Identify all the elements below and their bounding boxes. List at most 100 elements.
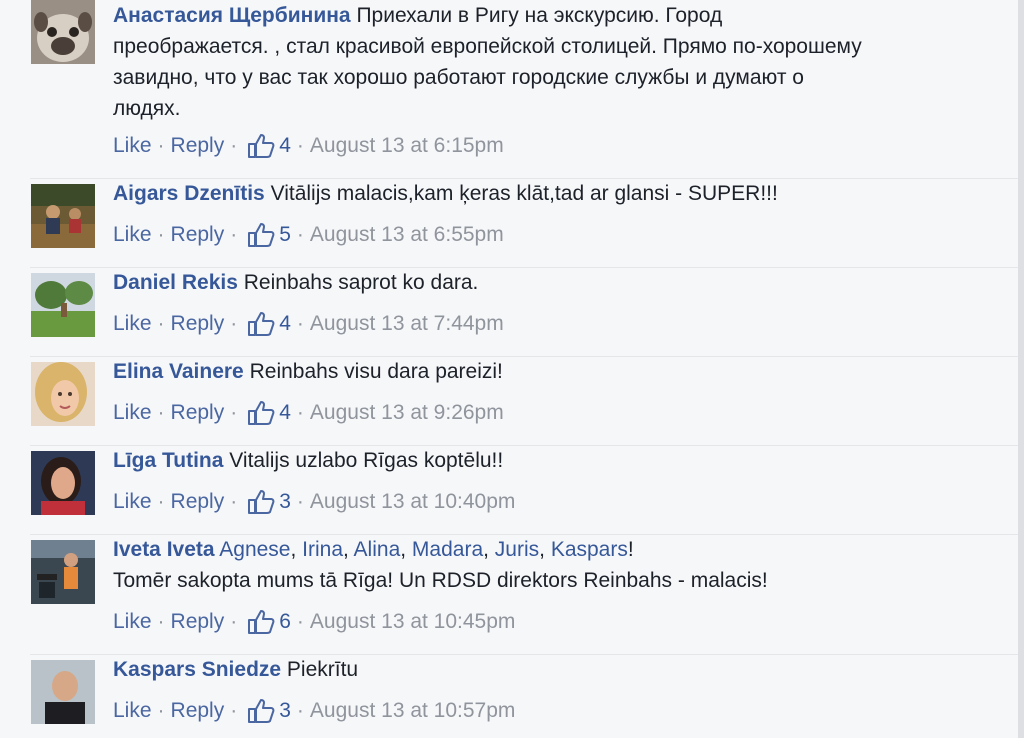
comment-text: Aigars Dzenītis Vitālijs malacis,kam ķer…	[113, 178, 978, 209]
comment: Анастасия Щербинина Приехали в Ригу на э…	[0, 0, 1018, 178]
separator: ·	[230, 401, 238, 424]
mention-link[interactable]: Alina	[354, 538, 401, 561]
mention-link[interactable]: Juris	[495, 538, 539, 561]
comment-actions: Like · Reply · 5 · August 13 at 6:55pm	[113, 221, 978, 249]
separator: ·	[296, 490, 304, 513]
comment: Iveta Iveta Agnese, Irina, Alina, Madara…	[0, 534, 1018, 654]
separator: ·	[230, 223, 238, 246]
timestamp[interactable]: August 13 at 10:57pm	[310, 697, 515, 725]
comment: Aigars Dzenītis Vitālijs malacis,kam ķer…	[0, 178, 1018, 267]
mention-separator: ,	[483, 538, 495, 561]
comment: Kaspars Sniedze Piekrītu Like · Reply · …	[0, 654, 1018, 738]
separator: ·	[296, 610, 304, 633]
comment: Daniel Rekis Reinbahs saprot ko dara. Li…	[0, 267, 1018, 356]
like-link[interactable]: Like	[113, 399, 152, 427]
timestamp[interactable]: August 13 at 9:26pm	[310, 399, 504, 427]
reply-link[interactable]: Reply	[171, 221, 225, 249]
like-link[interactable]: Like	[113, 132, 152, 160]
comment-actions: Like · Reply · 4 · August 13 at 9:26pm	[113, 399, 978, 427]
comment-author[interactable]: Kaspars Sniedze	[113, 658, 281, 681]
pug-avatar-icon	[31, 0, 95, 64]
mention-separator: ,	[343, 538, 354, 561]
timestamp[interactable]: August 13 at 10:45pm	[310, 608, 515, 636]
comment-author[interactable]: Анастасия Щербинина	[113, 4, 351, 27]
comment: Līga Tutina Vitalijs uzlabo Rīgas koptēl…	[0, 445, 1018, 534]
thumbs-up-icon[interactable]	[247, 133, 275, 159]
reply-link[interactable]: Reply	[171, 697, 225, 725]
comment-text: Daniel Rekis Reinbahs saprot ko dara.	[113, 267, 978, 298]
avatar[interactable]	[31, 184, 95, 248]
like-link[interactable]: Like	[113, 608, 152, 636]
mention-link[interactable]: Irina	[302, 538, 343, 561]
avatar[interactable]	[31, 362, 95, 426]
like-count[interactable]: 4	[279, 132, 291, 160]
like-link[interactable]: Like	[113, 221, 152, 249]
comment-author[interactable]: Līga Tutina	[113, 449, 223, 472]
comment-actions: Like · Reply · 3 · August 13 at 10:40pm	[113, 488, 978, 516]
comment-text: Kaspars Sniedze Piekrītu	[113, 654, 978, 685]
separator: ·	[296, 134, 304, 157]
mention-link[interactable]: Kaspars	[551, 538, 628, 561]
thumbs-up-icon[interactable]	[247, 311, 275, 337]
reply-link[interactable]: Reply	[171, 608, 225, 636]
reply-link[interactable]: Reply	[171, 399, 225, 427]
like-count[interactable]: 6	[279, 608, 291, 636]
man-avatar-icon	[31, 660, 95, 724]
thumbs-up-icon[interactable]	[247, 222, 275, 248]
timestamp[interactable]: August 13 at 6:15pm	[310, 132, 504, 160]
comment-actions: Like · Reply · 4 · August 13 at 7:44pm	[113, 310, 978, 338]
comment-author[interactable]: Elina Vainere	[113, 360, 244, 383]
avatar[interactable]	[31, 451, 95, 515]
comment: Elina Vainere Reinbahs visu dara pareizi…	[0, 356, 1018, 445]
separator: ·	[157, 699, 165, 722]
separator: ·	[230, 490, 238, 513]
comment-author[interactable]: Daniel Rekis	[113, 271, 238, 294]
separator: ·	[296, 312, 304, 335]
avatar[interactable]	[31, 0, 95, 64]
comment-author[interactable]: Iveta Iveta	[113, 538, 215, 561]
like-count[interactable]: 4	[279, 310, 291, 338]
avatar[interactable]	[31, 273, 95, 337]
separator: ·	[157, 401, 165, 424]
like-link[interactable]: Like	[113, 697, 152, 725]
comment-text: Iveta Iveta Agnese, Irina, Alina, Madara…	[113, 534, 978, 596]
thumbs-up-icon[interactable]	[247, 489, 275, 515]
comment-text: Анастасия Щербинина Приехали в Ригу на э…	[113, 0, 978, 124]
timestamp[interactable]: August 13 at 6:55pm	[310, 221, 504, 249]
avatar[interactable]	[31, 540, 95, 604]
reply-link[interactable]: Reply	[171, 310, 225, 338]
comment-text: Līga Tutina Vitalijs uzlabo Rīgas koptēl…	[113, 445, 978, 476]
timestamp[interactable]: August 13 at 7:44pm	[310, 310, 504, 338]
dark-hair-woman-avatar-icon	[31, 451, 95, 515]
timestamp[interactable]: August 13 at 10:40pm	[310, 488, 515, 516]
thumbs-up-icon[interactable]	[247, 400, 275, 426]
separator: ·	[230, 134, 238, 157]
thumbs-up-icon[interactable]	[247, 609, 275, 635]
scrollbar-track[interactable]	[1018, 0, 1024, 738]
like-count[interactable]: 4	[279, 399, 291, 427]
separator: ·	[157, 312, 165, 335]
comment-author[interactable]: Aigars Dzenītis	[113, 182, 265, 205]
mention-separator: ,	[539, 538, 551, 561]
comment-body: Tomēr sakopta mums tā Rīga! Un RDSD dire…	[113, 569, 768, 592]
like-count[interactable]: 5	[279, 221, 291, 249]
separator: ·	[296, 401, 304, 424]
like-link[interactable]: Like	[113, 310, 152, 338]
like-count[interactable]: 3	[279, 488, 291, 516]
separator: ·	[157, 610, 165, 633]
reply-link[interactable]: Reply	[171, 488, 225, 516]
mention-link[interactable]: Agnese	[219, 538, 290, 561]
separator: ·	[296, 699, 304, 722]
comment-actions: Like · Reply · 6 · August 13 at 10:45pm	[113, 608, 978, 636]
outdoor-group-avatar-icon	[31, 184, 95, 248]
avatar[interactable]	[31, 660, 95, 724]
separator: ·	[157, 490, 165, 513]
like-count[interactable]: 3	[279, 697, 291, 725]
mention-separator: ,	[400, 538, 412, 561]
thumbs-up-icon[interactable]	[247, 698, 275, 724]
mention-link[interactable]: Madara	[412, 538, 483, 561]
reply-link[interactable]: Reply	[171, 132, 225, 160]
like-link[interactable]: Like	[113, 488, 152, 516]
separator: ·	[230, 699, 238, 722]
separator: ·	[230, 610, 238, 633]
